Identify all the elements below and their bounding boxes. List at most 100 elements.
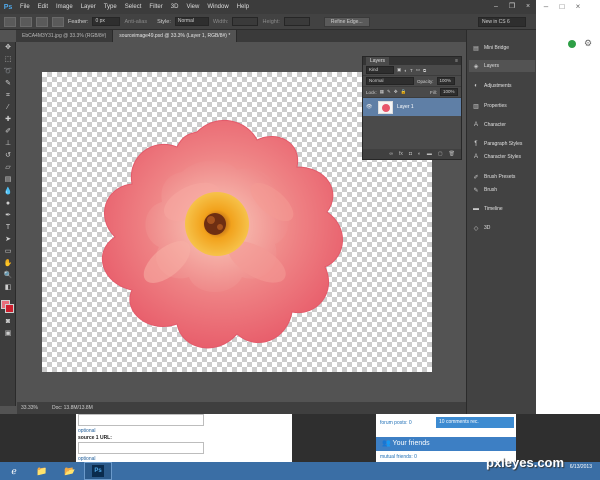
feather-input[interactable]: 0 px xyxy=(92,17,121,26)
lock-all-icon[interactable]: 🔒 xyxy=(401,89,407,95)
minimize-icon[interactable]: – xyxy=(488,0,504,14)
dock-3d[interactable]: ◇ 3D xyxy=(469,222,535,234)
lock-pixels-icon[interactable]: ✎ xyxy=(387,89,391,95)
lock-position-icon[interactable]: ✥ xyxy=(394,89,398,95)
new-selection-icon[interactable] xyxy=(20,16,32,27)
comments-button[interactable]: 10 comments rec. xyxy=(436,417,514,428)
blend-mode-select[interactable]: Normal xyxy=(366,77,414,85)
height-input[interactable] xyxy=(283,17,310,26)
healing-tool-icon[interactable]: ✚ xyxy=(3,116,13,124)
clone-stamp-tool-icon[interactable]: ⊥ xyxy=(3,140,13,148)
trash-icon[interactable]: 🗑 xyxy=(449,151,455,157)
opacity-input[interactable]: 100% xyxy=(436,77,455,85)
move-tool-icon[interactable]: ✥ xyxy=(3,44,13,52)
folder-icon[interactable]: 📂 xyxy=(56,462,84,480)
folder-icon[interactable]: ▬ xyxy=(427,151,432,157)
file-explorer-icon[interactable]: 📁 xyxy=(28,462,56,480)
restore-icon[interactable]: ❐ xyxy=(504,0,520,14)
history-brush-tool-icon[interactable]: ↺ xyxy=(3,152,13,160)
dock-brush[interactable]: ✎ Brush xyxy=(469,184,535,196)
internet-explorer-icon[interactable]: ℯ xyxy=(0,462,28,480)
menu-layer[interactable]: Layer xyxy=(77,0,100,14)
filter-adjust-icon[interactable]: ◐ xyxy=(404,68,407,73)
subtract-selection-icon[interactable] xyxy=(52,16,64,27)
mutual-friends-link[interactable]: mutual friends: 0 xyxy=(380,454,417,460)
menu-window[interactable]: Window xyxy=(203,0,232,14)
screen-mode-icon[interactable]: ▣ xyxy=(3,330,13,338)
adjustment-icon[interactable]: ◐ xyxy=(418,151,421,157)
dock-adjustments[interactable]: ◐ Adjustments xyxy=(469,80,535,92)
settings-icon[interactable]: ⚙ xyxy=(584,38,592,49)
background-color-swatch[interactable] xyxy=(5,304,14,313)
extension-icon[interactable] xyxy=(568,40,576,48)
mask-icon[interactable]: ◘ xyxy=(409,151,412,157)
photoshop-taskbar-button[interactable]: Ps xyxy=(84,462,112,480)
menu-view[interactable]: View xyxy=(182,0,203,14)
hand-tool-icon[interactable]: ✋ xyxy=(3,260,13,268)
dock-layers[interactable]: ◈ Layers xyxy=(469,60,535,72)
width-input[interactable] xyxy=(232,17,259,26)
fill-input[interactable]: 100% xyxy=(440,88,458,96)
dock-timeline[interactable]: ▬ Timeline xyxy=(469,203,535,215)
marquee-tool-icon[interactable]: ⬚ xyxy=(3,56,13,64)
title-input[interactable] xyxy=(78,414,204,426)
zoom-tool-icon[interactable]: 🔍 xyxy=(3,272,13,280)
visibility-eye-icon[interactable]: 👁 xyxy=(366,104,374,110)
layer-name[interactable]: Layer 1 xyxy=(397,104,414,110)
dock-character[interactable]: A Character xyxy=(469,119,535,131)
link-icon[interactable]: ∞ xyxy=(389,151,393,157)
menu-3d[interactable]: 3D xyxy=(167,0,183,14)
workspace-select[interactable]: New in CS 6 xyxy=(478,17,526,27)
tab-document-1[interactable]: EbCA4M3Y31.jpg @ 33.3% (RGB/8#) xyxy=(16,30,114,42)
menu-image[interactable]: Image xyxy=(52,0,77,14)
shape-tool-icon[interactable]: ▭ xyxy=(3,248,13,256)
clock-date[interactable]: 6/13/2013 xyxy=(570,464,592,471)
fx-icon[interactable]: fx xyxy=(399,151,403,157)
dock-character-styles[interactable]: A Character Styles xyxy=(469,151,535,163)
source-url-input[interactable] xyxy=(78,442,204,454)
close-icon[interactable]: × xyxy=(520,0,536,14)
forum-posts-link[interactable]: forum posts: 0 xyxy=(380,420,412,426)
pen-tool-icon[interactable]: ✒ xyxy=(3,212,13,220)
maximize-icon[interactable]: □ xyxy=(556,2,568,13)
eyedropper-tool-icon[interactable]: ⁄ xyxy=(3,104,13,112)
panel-menu-icon[interactable]: ≡ xyxy=(455,58,461,64)
minimize-icon[interactable]: – xyxy=(540,2,552,13)
dock-properties[interactable]: ▥ Properties xyxy=(469,100,535,112)
gradient-tool-icon[interactable]: ▤ xyxy=(3,176,13,184)
lock-transparent-icon[interactable]: ▦ xyxy=(380,89,384,95)
add-selection-icon[interactable] xyxy=(36,16,48,27)
kind-filter-select[interactable]: Kind xyxy=(366,66,394,74)
new-layer-icon[interactable]: ▢ xyxy=(438,151,443,157)
menu-help[interactable]: Help xyxy=(233,0,253,14)
marquee-tool-preset-icon[interactable] xyxy=(4,16,16,27)
dock-mini-bridge[interactable]: ▤ Mini Bridge xyxy=(469,42,535,54)
path-select-tool-icon[interactable]: ➤ xyxy=(3,236,13,244)
tab-document-2[interactable]: sourceimage49.psd @ 33.3% (Layer 1, RGB/… xyxy=(113,30,238,42)
lasso-tool-icon[interactable]: ➰ xyxy=(3,68,13,76)
antialias-checkbox[interactable]: Anti-alias xyxy=(124,19,147,25)
quick-select-tool-icon[interactable]: ✎ xyxy=(3,80,13,88)
filter-pixel-icon[interactable]: ▣ xyxy=(397,67,401,73)
eraser-tool-icon[interactable]: ▱ xyxy=(3,164,13,172)
menu-select[interactable]: Select xyxy=(121,0,146,14)
dock-brush-presets[interactable]: ✐ Brush Presets xyxy=(469,171,535,183)
refine-edge-button[interactable]: Refine Edge... xyxy=(323,16,370,27)
zoom-level[interactable]: 33.33% xyxy=(21,405,38,411)
menu-filter[interactable]: Filter xyxy=(145,0,166,14)
blur-tool-icon[interactable]: 💧 xyxy=(3,188,13,196)
layer-row[interactable]: 👁 Layer 1 xyxy=(363,98,461,116)
quick-mask-icon[interactable]: ◙ xyxy=(3,318,13,326)
brush-tool-icon[interactable]: ✐ xyxy=(3,128,13,136)
menu-type[interactable]: Type xyxy=(100,0,121,14)
close-icon[interactable]: × xyxy=(572,2,584,13)
filter-shape-icon[interactable]: ▭ xyxy=(416,67,420,73)
dock-paragraph-styles[interactable]: ¶ Paragraph Styles xyxy=(469,138,535,150)
tab-layers[interactable]: Layers xyxy=(366,57,390,65)
default-colors-icon[interactable]: ◧ xyxy=(3,284,13,292)
filter-type-icon[interactable]: T xyxy=(410,68,413,73)
type-tool-icon[interactable]: T xyxy=(3,224,13,232)
filter-smart-icon[interactable]: ⧉ xyxy=(423,68,426,73)
menu-file[interactable]: File xyxy=(16,0,34,14)
menu-edit[interactable]: Edit xyxy=(34,0,52,14)
